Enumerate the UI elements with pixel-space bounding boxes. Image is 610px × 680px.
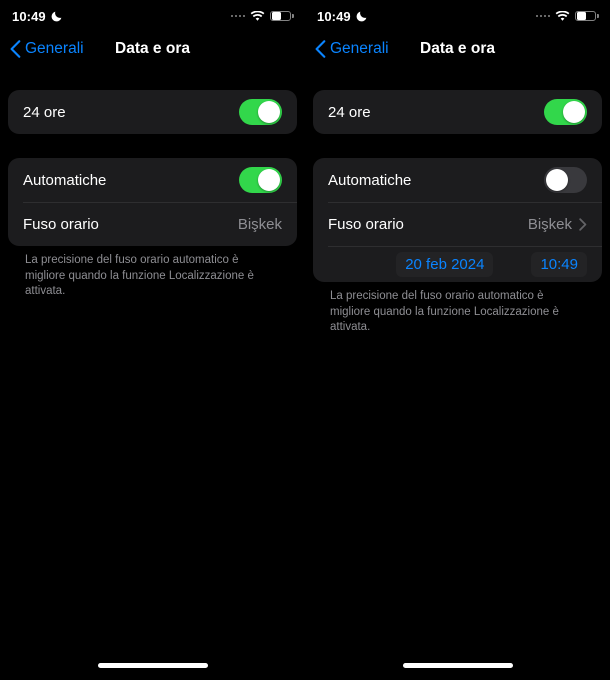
back-button[interactable]: Generali xyxy=(10,40,84,58)
battery-icon xyxy=(270,10,294,22)
wifi-icon xyxy=(555,10,570,21)
chevron-right-icon xyxy=(579,217,587,231)
row-timezone[interactable]: Fuso orario Bişkek xyxy=(313,202,602,246)
home-indicator[interactable] xyxy=(402,663,513,668)
settings-content: 24 ore Automatiche Fuso orario Bişkek La… xyxy=(0,66,305,300)
timezone-footer-note: La precisione del fuso orario automatico… xyxy=(25,254,254,298)
toggle-24-hour[interactable] xyxy=(239,99,282,125)
chevron-left-icon xyxy=(10,40,21,58)
crescent-moon-icon xyxy=(356,11,367,21)
status-bar-clock: 10:49 xyxy=(317,8,351,24)
row-automatic[interactable]: Automatiche xyxy=(313,158,602,202)
row-24-hour-label: 24 ore xyxy=(23,103,66,121)
back-button-label: Generali xyxy=(25,40,84,57)
wifi-icon xyxy=(250,10,265,21)
home-indicator[interactable] xyxy=(97,663,208,668)
time-format-card: 24 ore xyxy=(313,90,602,134)
row-24-hour[interactable]: 24 ore xyxy=(313,90,602,134)
status-bar-right xyxy=(230,10,294,22)
date-time-row: 20 feb 2024 10:49 xyxy=(313,246,602,282)
toggle-24-hour[interactable] xyxy=(544,99,587,125)
row-timezone-right: Bişkek xyxy=(238,216,282,233)
status-bar-clock: 10:49 xyxy=(12,8,46,24)
row-24-hour-label: 24 ore xyxy=(328,103,371,121)
navigation-bar: Generali Data e ora xyxy=(305,32,610,66)
phone-screen-left: 10:49 Generali Data e ora 24 ore Automat… xyxy=(0,0,305,680)
signal-dots-icon xyxy=(535,14,550,18)
battery-icon xyxy=(575,10,599,22)
settings-content: 24 ore Automatiche Fuso orario Bişkek 20… xyxy=(305,66,610,336)
status-bar-right xyxy=(535,10,599,22)
toggle-automatic[interactable] xyxy=(544,167,587,193)
row-automatic-label: Automatiche xyxy=(328,171,412,189)
timezone-card: Automatiche Fuso orario Bişkek 20 feb 20… xyxy=(313,158,602,282)
signal-dots-icon xyxy=(230,14,245,18)
back-button[interactable]: Generali xyxy=(315,40,389,58)
row-timezone: Fuso orario Bişkek xyxy=(8,202,297,246)
toggle-automatic[interactable] xyxy=(239,167,282,193)
row-timezone-right: Bişkek xyxy=(528,216,587,233)
row-timezone-value: Bişkek xyxy=(237,215,282,233)
row-24-hour[interactable]: 24 ore xyxy=(8,90,297,134)
row-timezone-label: Fuso orario xyxy=(328,215,404,233)
status-bar: 10:49 xyxy=(305,0,610,32)
timezone-footer-note: La precisione del fuso orario automatico… xyxy=(330,290,559,334)
phone-screen-right: 10:49 Generali Data e ora 24 ore Automat… xyxy=(305,0,610,680)
status-bar: 10:49 xyxy=(0,0,305,32)
row-timezone-value: Bişkek xyxy=(527,215,572,233)
row-automatic[interactable]: Automatiche xyxy=(8,158,297,202)
timezone-card: Automatiche Fuso orario Bişkek xyxy=(8,158,297,246)
row-automatic-label: Automatiche xyxy=(23,171,107,189)
time-format-card: 24 ore xyxy=(8,90,297,134)
time-picker-button[interactable]: 10:49 xyxy=(531,251,587,277)
crescent-moon-icon xyxy=(51,11,62,21)
chevron-left-icon xyxy=(315,40,326,58)
date-picker-button[interactable]: 20 feb 2024 xyxy=(396,251,494,277)
navigation-bar: Generali Data e ora xyxy=(0,32,305,66)
back-button-label: Generali xyxy=(330,40,389,57)
status-bar-left: 10:49 xyxy=(12,9,63,24)
status-bar-left: 10:49 xyxy=(317,9,368,24)
dual-screenshot-stage: 10:49 Generali Data e ora 24 ore Automat… xyxy=(0,0,610,680)
row-timezone-label: Fuso orario xyxy=(23,215,99,233)
